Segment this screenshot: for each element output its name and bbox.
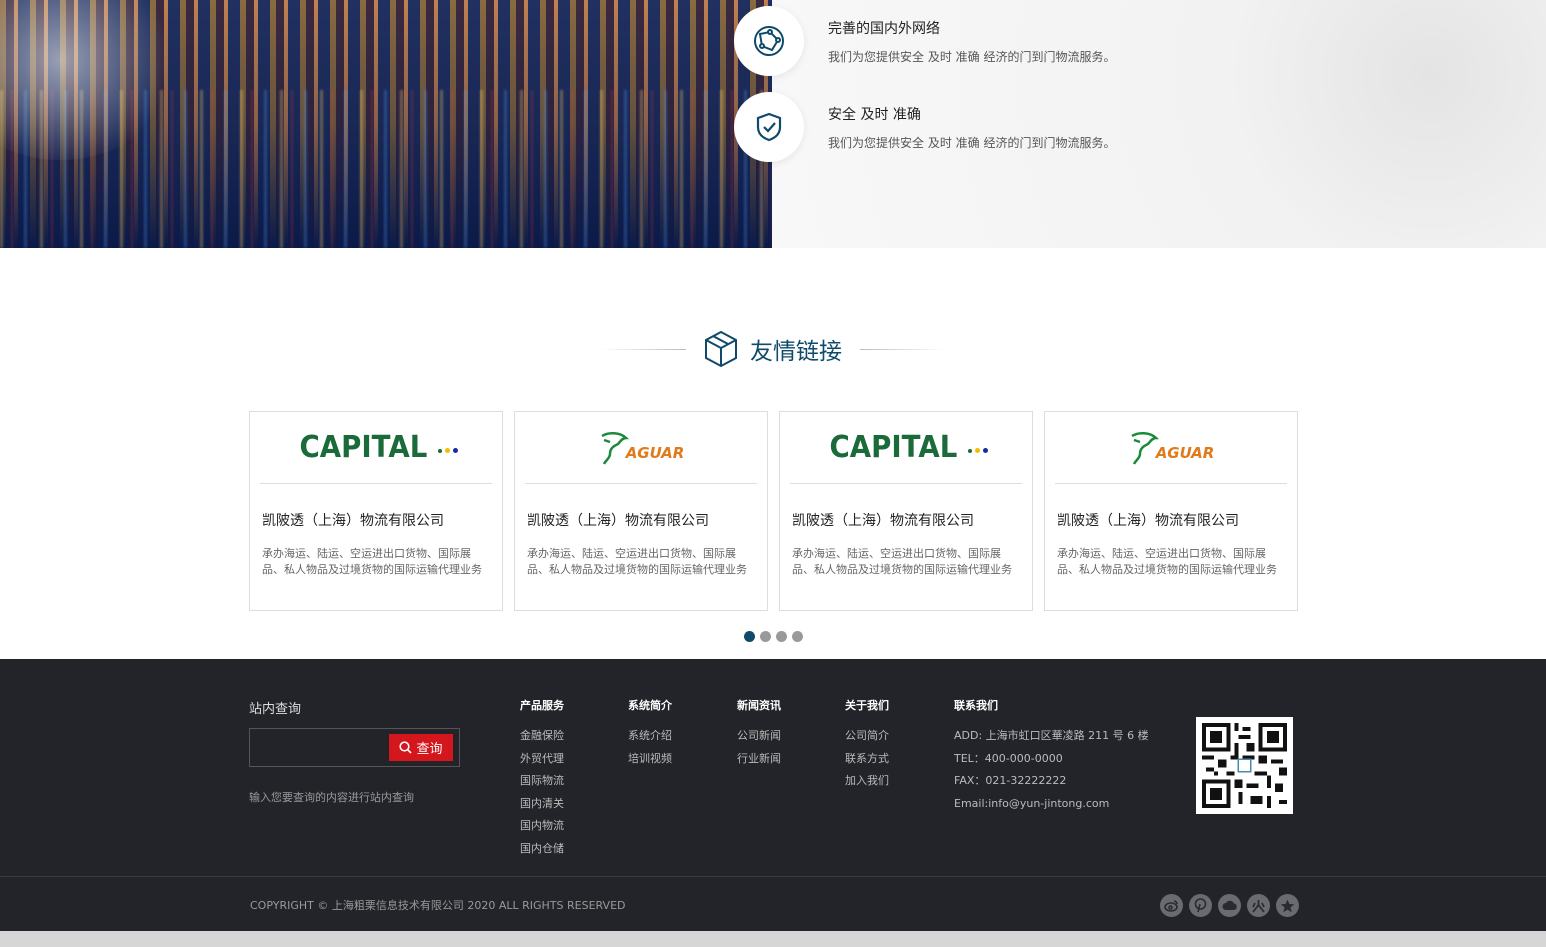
footer-link[interactable]: 系统介绍 (628, 725, 672, 748)
weibo-icon[interactable] (1160, 894, 1183, 917)
contact-tel: TEL：400-000-0000 (954, 751, 1063, 765)
search-box: 查询 (249, 728, 460, 767)
partner-logo: AGUAR (525, 412, 757, 484)
footer-col-title: 联系我们 (954, 699, 998, 712)
link-card[interactable]: AGUAR 凯陂透（上海）物流有限公司 承办海运、陆运、空运进出口货物、国际展品… (1044, 411, 1298, 611)
footer-col-about: 关于我们 公司简介 联系方式 加入我们 (845, 697, 889, 793)
qr-code (1196, 717, 1293, 814)
divider (860, 348, 945, 350)
contact-fax: FAX：021-32222222 (954, 774, 1067, 787)
card-desc: 承办海运、陆运、空运进出口货物、国际展品、私人物品及过境货物的国际运输代理业务 (262, 547, 482, 576)
carousel-pager (744, 631, 803, 642)
search-icon (399, 741, 413, 754)
pager-dot-active[interactable] (744, 631, 755, 642)
link-card[interactable]: AGUAR 凯陂透（上海）物流有限公司 承办海运、陆运、空运进出口货物、国际展品… (514, 411, 768, 611)
card-desc: 承办海运、陆运、空运进出口货物、国际展品、私人物品及过境货物的国际运输代理业务 (527, 547, 747, 576)
feature-desc: 我们为您提供安全 及时 准确 经济的门到门物流服务。 (828, 136, 1116, 150)
feature-desc: 我们为您提供安全 及时 准确 经济的门到门物流服务。 (828, 50, 1116, 64)
card-title: 凯陂透（上海）物流有限公司 (527, 513, 709, 529)
divider (601, 348, 686, 350)
search-button-label: 查询 (416, 742, 443, 757)
feature-title: 完善的国内外网络 (828, 21, 940, 37)
hero-banner: 完善的国内外网络 我们为您提供安全 及时 准确 经济的门到门物流服务。 安全 及… (0, 0, 1546, 248)
renren-icon[interactable] (1247, 894, 1270, 917)
capital-logo-text: CAPITAL (299, 430, 428, 465)
hero-city-image (0, 0, 772, 248)
search-button[interactable]: 查询 (389, 734, 453, 761)
footer-col-system: 系统简介 系统介绍 培训视频 (628, 697, 672, 770)
contact-address: ADD: 上海市虹口区華凌路 211 号 6 楼 (954, 729, 1149, 742)
feature-safety: 安全 及时 准确 我们为您提供安全 及时 准确 经济的门到门物流服务。 (734, 92, 1115, 162)
pager-dot[interactable] (776, 631, 787, 642)
footer-contact: 联系我们 ADD: 上海市虹口区華凌路 211 号 6 楼 TEL：400-00… (954, 697, 1149, 815)
link-card[interactable]: CAPITAL 凯陂透（上海）物流有限公司 承办海运、陆运、空运进出口货物、国际… (779, 411, 1033, 611)
search-title: 站内查询 (249, 702, 302, 717)
footer-col-title: 系统简介 (628, 699, 672, 712)
footer-link[interactable]: 国内仓储 (520, 838, 564, 861)
contact-email: Email:info@yun-jintong.com (954, 796, 1110, 810)
feature-network: 完善的国内外网络 我们为您提供安全 及时 准确 经济的门到门物流服务。 (734, 6, 1115, 76)
footer-link[interactable]: 公司简介 (845, 725, 889, 748)
footer-col-title: 新闻资讯 (737, 699, 781, 712)
globe-network-icon (734, 6, 804, 76)
browser-bottom-bar (0, 931, 1546, 947)
footer-link[interactable]: 加入我们 (845, 770, 889, 793)
partner-logo: AGUAR (1055, 412, 1287, 484)
footer-link[interactable]: 国际物流 (520, 770, 564, 793)
social-links (1160, 894, 1299, 917)
copyright-text: COPYRIGHT © 上海粗栗信息技术有限公司 2020 ALL RIGHTS… (250, 899, 626, 912)
partner-logo: CAPITAL (790, 412, 1022, 484)
pinterest-icon[interactable] (1189, 894, 1212, 917)
logo-dots (435, 438, 458, 457)
friend-links-heading: 友情链接 (0, 330, 1546, 368)
search-tip: 输入您要查询的内容进行站内查询 (249, 791, 414, 804)
card-title: 凯陂透（上海）物流有限公司 (1057, 513, 1239, 529)
footer-col-title: 产品服务 (520, 699, 564, 712)
footer-link[interactable]: 公司新闻 (737, 725, 781, 748)
search-input[interactable] (254, 734, 384, 761)
jaguar-logo-text: AGUAR (625, 443, 685, 462)
jaguar-logo-text: AGUAR (1155, 443, 1215, 462)
footer-link[interactable]: 国内清关 (520, 793, 564, 816)
partner-logo: CAPITAL (260, 412, 492, 484)
footer-link[interactable]: 联系方式 (845, 748, 889, 771)
logo-dots (965, 438, 988, 457)
shield-check-icon (734, 92, 804, 162)
footer-link[interactable]: 国内物流 (520, 815, 564, 838)
footer-divider (0, 876, 1546, 877)
footer-link[interactable]: 外贸代理 (520, 748, 564, 771)
footer-link[interactable]: 培训视频 (628, 748, 672, 771)
card-desc: 承办海运、陆运、空运进出口货物、国际展品、私人物品及过境货物的国际运输代理业务 (1057, 547, 1277, 576)
footer-col-title: 关于我们 (845, 699, 889, 712)
qr-code-image (1202, 723, 1287, 808)
card-title: 凯陂透（上海）物流有限公司 (262, 513, 444, 529)
footer-link[interactable]: 行业新闻 (737, 748, 781, 771)
footer-col-news: 新闻资讯 公司新闻 行业新闻 (737, 697, 781, 770)
footer-col-products: 产品服务 金融保险 外贸代理 国际物流 国内清关 国内物流 国内仓储 (520, 697, 564, 860)
star-icon[interactable] (1276, 894, 1299, 917)
pager-dot[interactable] (760, 631, 771, 642)
friend-links-carousel: CAPITAL 凯陂透（上海）物流有限公司 承办海运、陆运、空运进出口货物、国际… (249, 411, 1298, 611)
box-icon (705, 330, 737, 368)
link-card[interactable]: CAPITAL 凯陂透（上海）物流有限公司 承办海运、陆运、空运进出口货物、国际… (249, 411, 503, 611)
footer: 站内查询 查询 输入您要查询的内容进行站内查询 产品服务 金融保险 外贸代理 国… (0, 659, 1546, 931)
card-title: 凯陂透（上海）物流有限公司 (792, 513, 974, 529)
feature-title: 安全 及时 准确 (828, 107, 921, 123)
pager-dot[interactable] (792, 631, 803, 642)
section-title: 友情链接 (750, 339, 842, 365)
footer-link[interactable]: 金融保险 (520, 725, 564, 748)
capital-logo-text: CAPITAL (829, 430, 958, 465)
card-desc: 承办海运、陆运、空运进出口货物、国际展品、私人物品及过境货物的国际运输代理业务 (792, 547, 1012, 576)
cloud-icon[interactable] (1218, 894, 1241, 917)
